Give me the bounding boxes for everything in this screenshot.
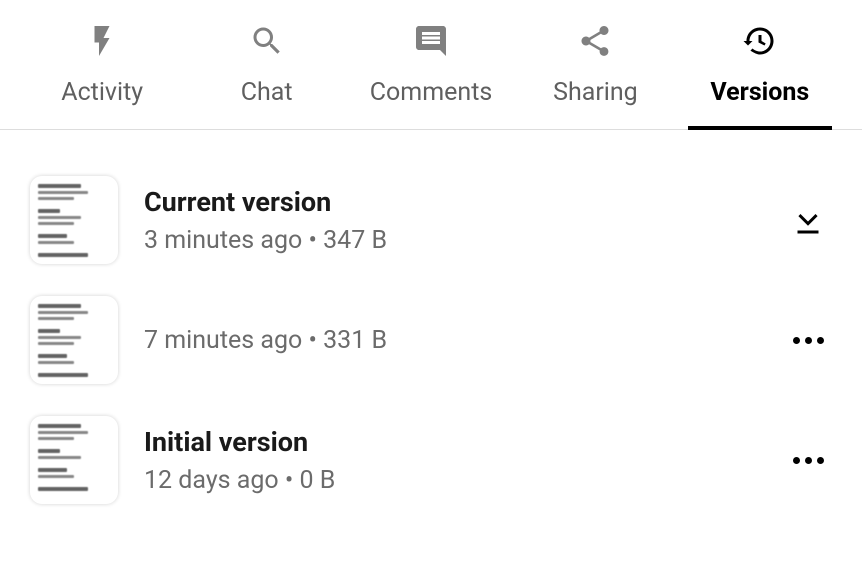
tab-sharing[interactable]: Sharing — [513, 0, 677, 129]
version-info: Current version 3 minutes ago • 347 B — [144, 186, 758, 255]
comment-icon — [412, 22, 450, 60]
tab-comments[interactable]: Comments — [349, 0, 513, 129]
tab-label: Comments — [370, 78, 493, 107]
tab-label: Versions — [710, 78, 809, 107]
bolt-icon — [83, 22, 121, 60]
version-row[interactable]: 7 minutes ago • 331 B — [30, 280, 832, 400]
share-icon — [576, 22, 614, 60]
more-icon — [793, 337, 824, 344]
tab-label: Sharing — [553, 78, 638, 107]
more-icon — [793, 457, 824, 464]
version-meta: 12 days ago • 0 B — [144, 466, 758, 495]
version-row[interactable]: Initial version 12 days ago • 0 B — [30, 400, 832, 520]
tab-chat[interactable]: Chat — [184, 0, 348, 129]
search-icon — [248, 22, 286, 60]
versions-list: Current version 3 minutes ago • 347 B — [0, 130, 862, 530]
history-icon — [741, 22, 779, 60]
version-thumbnail — [30, 176, 118, 264]
tab-activity[interactable]: Activity — [20, 0, 184, 129]
download-icon — [790, 202, 826, 238]
version-thumbnail — [30, 296, 118, 384]
version-row[interactable]: Current version 3 minutes ago • 347 B — [30, 160, 832, 280]
tab-label: Activity — [61, 78, 143, 107]
more-button[interactable] — [784, 436, 832, 484]
version-info: Initial version 12 days ago • 0 B — [144, 426, 758, 495]
version-meta: 3 minutes ago • 347 B — [144, 226, 758, 255]
version-title: Initial version — [144, 426, 758, 458]
more-button[interactable] — [784, 316, 832, 364]
tabs-bar: Activity Chat Comments Sharing Versions — [0, 0, 862, 130]
version-thumbnail — [30, 416, 118, 504]
download-button[interactable] — [784, 196, 832, 244]
version-meta: 7 minutes ago • 331 B — [144, 326, 758, 355]
tab-versions[interactable]: Versions — [678, 0, 842, 129]
tab-label: Chat — [241, 78, 293, 107]
version-title: Current version — [144, 186, 758, 218]
version-info: 7 minutes ago • 331 B — [144, 326, 758, 355]
